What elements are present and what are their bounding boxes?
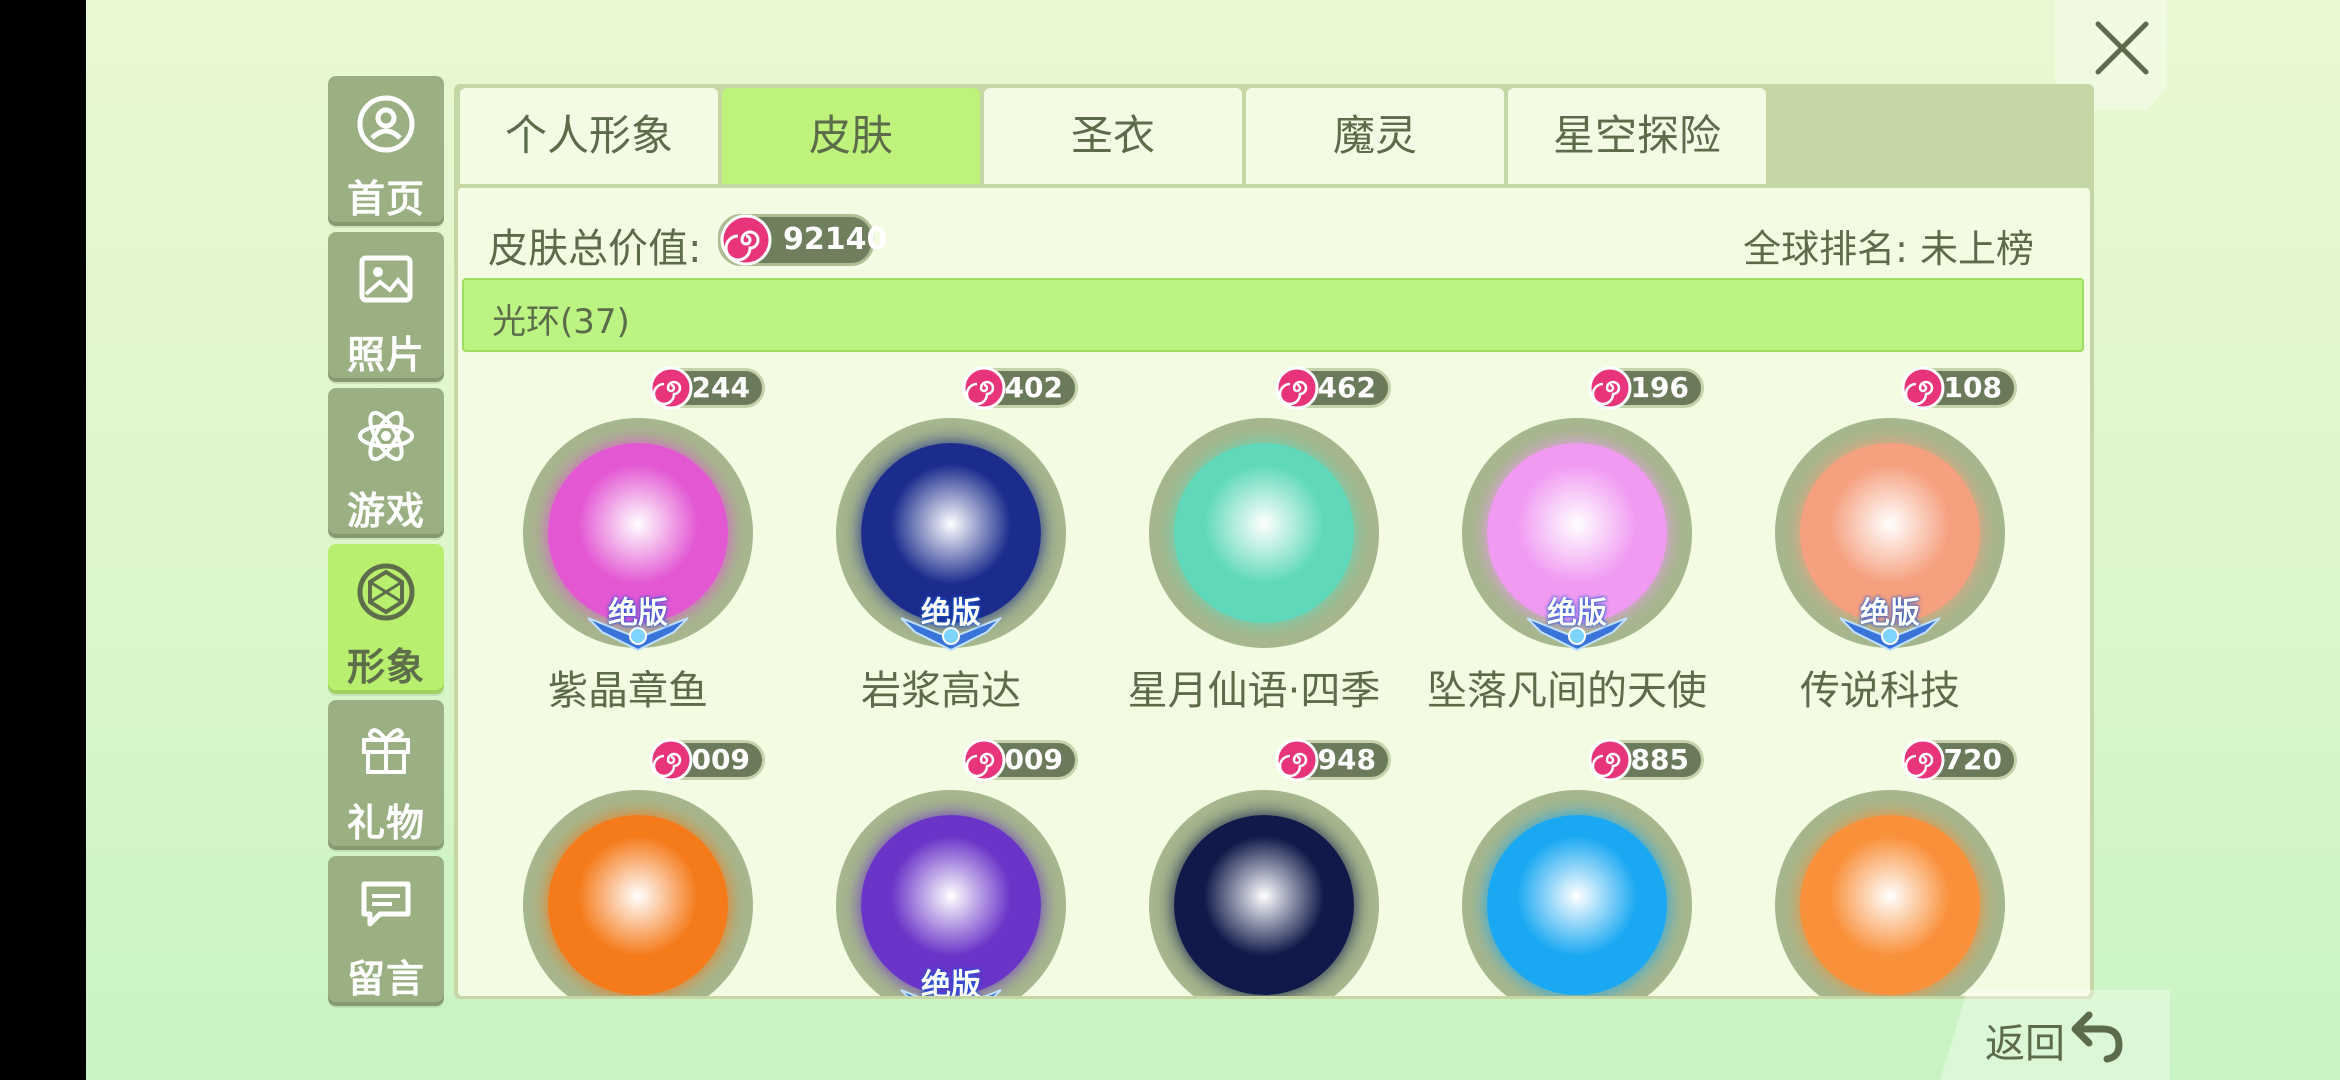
price-tag: 720 [1901,738,2017,782]
total-value-pill: 92140 [718,214,887,266]
price-tag: 1196 [1588,366,1704,410]
skin-item[interactable]: 1462 星月仙语·四季 [1104,366,1404,714]
candy-icon [720,214,772,266]
skin-item[interactable]: 3402 绝版 岩浆高达 [791,366,1091,714]
skin-item[interactable]: 1108 绝版传说科技 [1730,366,2030,714]
price-tag: 3402 [962,366,1078,410]
candy-icon [649,738,693,782]
candy-icon [1275,738,1319,782]
skin-item[interactable]: 948 [1104,738,1404,996]
skin-content: 皮肤总价值: 92140 全球排名: 未上榜 光环(37) 4244 绝版 紫晶章鱼… [458,188,2090,996]
candy-icon [962,738,1006,782]
price-tag: 1009 [962,738,1078,782]
tab-spirit[interactable]: 魔灵 [1246,88,1504,184]
image-icon [359,255,413,303]
limited-badge: 绝版 [891,588,1011,658]
sidebar-item-label: 首页 [346,177,425,221]
section-title: 光环(37) [492,302,630,342]
price-value: 885 [1630,743,1689,776]
main-panel: 个人形象 皮肤 圣衣 魔灵 星空探险 皮肤总价值: 92140 全球排名: 未上… [454,84,2094,999]
halo-image [1487,815,1667,995]
candy-icon [1901,366,1945,410]
user-circle-icon [357,95,415,153]
halo-image [1174,443,1354,623]
tab-star-exploration[interactable]: 星空探险 [1508,88,1766,184]
gift-icon [362,728,410,774]
skin-item[interactable]: 4244 绝版 紫晶章鱼 [478,366,778,714]
close-button[interactable] [2082,8,2162,88]
sidebar-item-label: 照片 [346,333,425,377]
total-value: 92140 [783,222,888,257]
badge-label: 绝版 [1547,596,1607,631]
price-tag: 1108 [1901,366,2017,410]
skin-item[interactable]: 1009 [478,738,778,996]
candy-icon [649,366,693,410]
back-arrow-icon [2071,1011,2123,1063]
atom-icon [358,410,414,462]
sidebar-item-label: 留言 [346,957,425,1001]
skin-item[interactable]: 720 [1730,738,2030,996]
price-value: 948 [1317,743,1376,776]
tab-skin[interactable]: 皮肤 [722,88,980,184]
skin-item[interactable]: 1009 绝版 [791,738,1091,996]
sidebar-item-gifts[interactable]: 礼物 [328,700,444,850]
badge-label: 绝版 [608,596,668,631]
price-value: 720 [1943,743,2002,776]
sidebar-item-label: 形象 [346,645,425,689]
candy-icon [1588,366,1632,410]
tab-holy-cloth[interactable]: 圣衣 [984,88,1242,184]
badge-label: 绝版 [921,968,981,996]
sidebar-item-messages[interactable]: 留言 [328,856,444,1006]
skin-item[interactable]: 1196 绝版 坠落凡间的天使 [1417,366,1717,714]
global-rank: 全球排名: 未上榜 [1743,227,2034,271]
halo-image [1174,815,1354,995]
skin-item[interactable]: 885 [1417,738,1717,996]
halo-image [548,815,728,995]
skin-name: 传说科技 [1800,668,1960,714]
limited-badge: 绝版 [1830,588,1950,658]
candy-icon [1901,738,1945,782]
back-button[interactable]: 返回 [1985,1005,2155,1067]
total-value-label: 皮肤总价值: [488,226,702,272]
message-icon [361,881,411,927]
price-tag: 885 [1588,738,1704,782]
gem-icon [357,563,415,621]
sidebar-item-label: 礼物 [346,801,425,845]
candy-icon [962,366,1006,410]
screen-black-bar [0,0,86,1080]
back-label: 返回 [1985,1021,2065,1067]
tab-personal-image[interactable]: 个人形象 [460,88,718,184]
price-tag: 1009 [649,738,765,782]
price-tag: 948 [1275,738,1391,782]
sidebar-item-photos[interactable]: 照片 [328,232,444,382]
badge-label: 绝版 [921,596,981,631]
candy-icon [1275,366,1319,410]
close-icon [2095,21,2149,75]
sidebar-item-home[interactable]: 首页 [328,76,444,226]
halo-image [1800,815,1980,995]
price-tag: 4244 [649,366,765,410]
limited-badge: 绝版 [578,588,698,658]
candy-icon [1588,738,1632,782]
limited-badge: 绝版 [1517,588,1637,658]
sidebar-item-games[interactable]: 游戏 [328,388,444,538]
sidebar-item-avatar[interactable]: 形象 [328,544,444,694]
limited-badge: 绝版 [891,960,1011,996]
section-header-halo: 光环(37) [462,278,2084,352]
price-tag: 1462 [1275,366,1391,410]
badge-label: 绝版 [1860,596,1920,631]
sidebar-item-label: 游戏 [346,489,425,533]
